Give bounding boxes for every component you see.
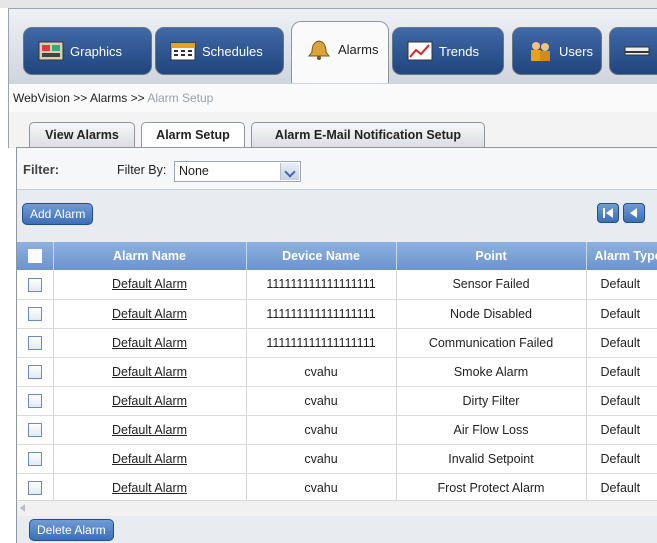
device-name-cell: cvahu [246,357,397,387]
tab-users[interactable]: Users [512,27,602,75]
tab-users-label: Users [559,43,593,59]
filter-label: Filter: [23,162,60,177]
alarm-name-link[interactable]: Default Alarm [53,299,247,329]
tab-trends[interactable]: Trends [392,27,504,75]
alarm-type-cell: Default [586,357,657,387]
trend-chart-icon [407,40,433,62]
point-cell: Dirty Filter [396,386,587,416]
filter-bar: Filter: Filter By: None [17,148,657,190]
row-checkbox[interactable] [27,306,42,321]
alarm-type-cell: Default [586,328,657,358]
point-cell: Frost Protect Alarm [396,473,587,500]
device-name-cell: 111111111111111111 [246,299,397,329]
device-name-cell: cvahu [246,444,397,474]
table-row: Default Alarm 111111111111111111 Communi… [17,328,657,358]
table-row: Default Alarm cvahu Invalid Setpoint Def… [17,444,657,474]
device-icon [624,40,650,62]
column-header-point[interactable]: Point [396,242,587,270]
column-header-device-name[interactable]: Device Name [246,242,397,270]
scroll-left-icon[interactable] [20,504,25,512]
window-top-strip [0,0,657,8]
table-row: Default Alarm 111111111111111111 Sensor … [17,270,657,300]
breadcrumb-path[interactable]: WebVision >> Alarms >> [13,91,147,105]
tab-graphics[interactable]: Graphics [23,27,152,75]
bell-icon [306,39,332,61]
table-row: Default Alarm cvahu Frost Protect Alarm … [17,473,657,500]
table-row: Default Alarm cvahu Air Flow Loss Defaul… [17,415,657,445]
filter-by-label: Filter By: [117,163,167,177]
filter-by-select[interactable]: None [174,161,301,182]
previous-page-button[interactable] [623,203,645,223]
row-checkbox[interactable] [27,393,42,408]
alarms-table: Alarm Name Device Name Point Alarm Type … [17,242,657,500]
alarm-type-cell: Default [586,299,657,329]
tab-schedules[interactable]: Schedules [155,27,284,75]
alarm-name-link[interactable]: Default Alarm [53,444,247,474]
point-cell: Air Flow Loss [396,415,587,445]
tab-alarms[interactable]: Alarms [291,21,389,83]
alarms-table-wrapper: Alarm Name Device Name Point Alarm Type … [17,242,657,500]
table-row: Default Alarm cvahu Smoke Alarm Default [17,357,657,387]
tab-devices[interactable] [609,27,657,75]
breadcrumb-current: Alarm Setup [147,91,214,105]
tab-alarms-label: Alarms [338,42,379,57]
horizontal-scrollbar[interactable] [17,500,657,516]
breadcrumb: WebVision >> Alarms >> Alarm Setup [8,84,657,112]
bottom-action-bar: Delete Alarm [17,516,657,543]
point-cell: Sensor Failed [396,270,587,300]
row-checkbox[interactable] [27,277,42,292]
select-all-checkbox[interactable] [27,249,42,264]
alarm-type-cell: Default [586,386,657,416]
alarm-name-link[interactable]: Default Alarm [53,357,247,387]
chevron-down-icon[interactable] [280,163,299,180]
point-cell: Invalid Setpoint [396,444,587,474]
point-cell: Smoke Alarm [396,357,587,387]
table-row: Default Alarm 111111111111111111 Node Di… [17,299,657,329]
alarm-name-link[interactable]: Default Alarm [53,328,247,358]
alarm-name-link[interactable]: Default Alarm [53,386,247,416]
row-checkbox[interactable] [27,335,42,350]
sub-tab-bar: View Alarms Alarm Setup Alarm E-Mail Not… [8,112,657,149]
tab-trends-label: Trends [439,43,479,59]
users-icon [527,40,553,62]
alarm-name-link[interactable]: Default Alarm [53,270,247,300]
first-page-button[interactable] [597,203,619,223]
filter-by-value: None [179,164,209,178]
tab-email-notification-setup[interactable]: Alarm E-Mail Notification Setup [251,122,485,148]
row-checkbox[interactable] [27,480,42,495]
alarm-type-cell: Default [586,444,657,474]
calendar-icon [170,40,196,62]
table-row: Default Alarm cvahu Dirty Filter Default [17,386,657,416]
row-checkbox[interactable] [27,451,42,466]
point-cell: Communication Failed [396,328,587,358]
alarm-name-link[interactable]: Default Alarm [53,415,247,445]
tab-schedules-label: Schedules [202,43,263,59]
graphics-icon [38,40,64,62]
add-alarm-button[interactable]: Add Alarm [22,203,94,225]
select-all-header [17,242,54,270]
main-tab-bar: Graphics Schedules Alarms Trends Users [8,8,657,84]
first-page-icon [603,208,613,218]
table-header-row: Alarm Name Device Name Point Alarm Type [17,242,657,270]
device-name-cell: cvahu [246,415,397,445]
alarm-type-cell: Default [586,415,657,445]
alarm-type-cell: Default [586,270,657,300]
alarm-name-link[interactable]: Default Alarm [53,473,247,500]
alarm-type-cell: Default [586,473,657,500]
tab-alarm-setup[interactable]: Alarm Setup [141,122,245,149]
device-name-cell: 111111111111111111 [246,328,397,358]
column-header-alarm-name[interactable]: Alarm Name [53,242,247,270]
alarm-setup-panel: Filter: Filter By: None Add Alarm Alarm … [16,147,657,543]
column-header-alarm-type[interactable]: Alarm Type [586,242,657,270]
device-name-cell: 111111111111111111 [246,270,397,300]
device-name-cell: cvahu [246,473,397,500]
point-cell: Node Disabled [396,299,587,329]
delete-alarm-button[interactable]: Delete Alarm [29,519,114,541]
row-checkbox[interactable] [27,364,42,379]
tab-graphics-label: Graphics [70,43,123,59]
previous-page-icon [630,208,637,218]
device-name-cell: cvahu [246,386,397,416]
row-checkbox[interactable] [27,422,42,437]
tab-view-alarms[interactable]: View Alarms [29,122,135,148]
